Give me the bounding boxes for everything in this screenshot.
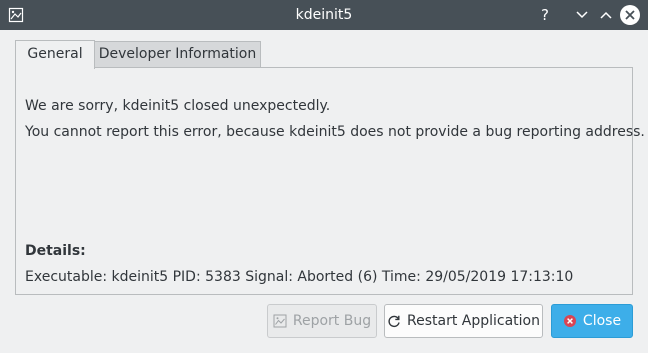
tab-general[interactable]: General	[15, 40, 95, 69]
tab-developer-information[interactable]: Developer Information	[95, 41, 261, 68]
maximize-icon[interactable]	[596, 5, 616, 25]
report-bug-button[interactable]: Report Bug	[267, 304, 377, 338]
title-bar[interactable]: kdeinit5 ?	[0, 0, 648, 30]
close-circle-icon	[563, 314, 577, 328]
help-glyph: ?	[541, 6, 549, 24]
minimize-icon[interactable]	[572, 5, 592, 25]
close-label: Close	[582, 313, 622, 329]
refresh-icon	[387, 314, 401, 328]
details-label: Details:	[25, 243, 86, 259]
crash-message: We are sorry, kdeinit5 closed unexpected…	[25, 98, 331, 114]
restart-application-button[interactable]: Restart Application	[384, 304, 543, 338]
close-icon[interactable]	[620, 5, 640, 25]
general-panel: We are sorry, kdeinit5 closed unexpected…	[15, 67, 645, 295]
report-bug-label: Report Bug	[292, 313, 372, 329]
report-bug-icon	[273, 314, 287, 328]
report-unavailable-message: You cannot report this error, because kd…	[25, 124, 645, 140]
close-button[interactable]: Close	[551, 304, 633, 338]
details-text: Executable: kdeinit5 PID: 5383 Signal: A…	[25, 269, 574, 285]
restart-application-label: Restart Application	[407, 313, 540, 329]
help-icon[interactable]: ?	[535, 5, 555, 25]
